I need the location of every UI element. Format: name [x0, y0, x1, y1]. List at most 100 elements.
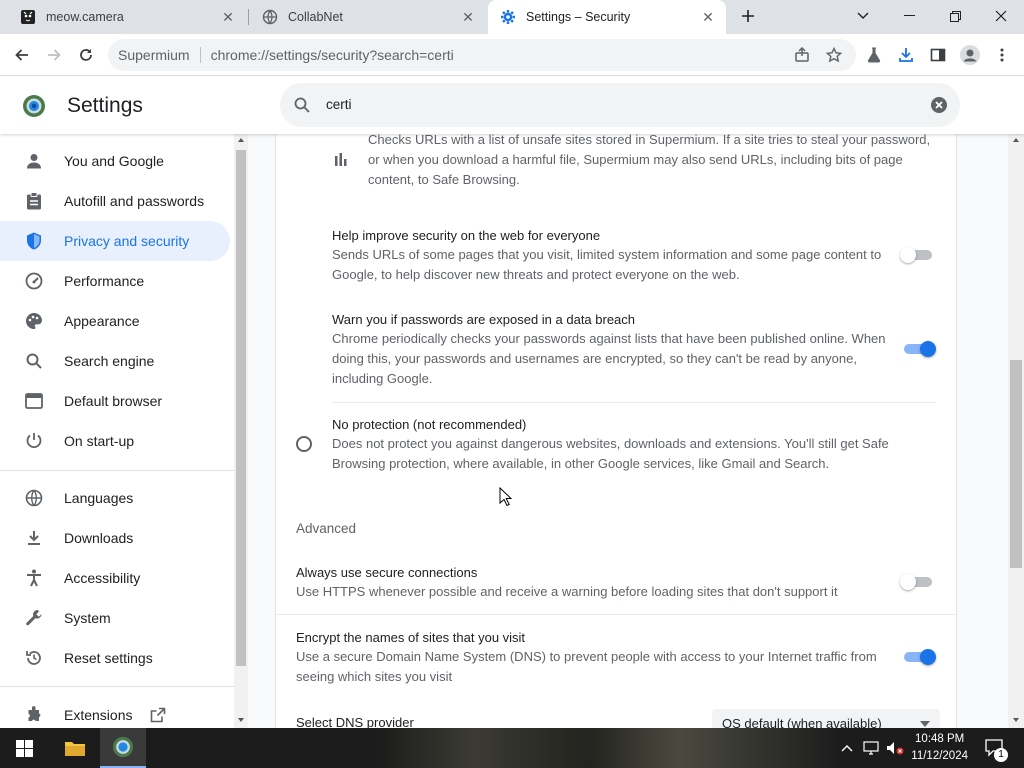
globe-icon	[24, 488, 44, 508]
sidebar-item-appearance[interactable]: Appearance	[0, 301, 230, 341]
sidebar-item-label: Appearance	[64, 313, 140, 329]
help-improve-title: Help improve security on the web for eve…	[332, 228, 601, 243]
shield-icon	[24, 231, 44, 251]
bar-chart-icon	[334, 152, 348, 166]
forward-button[interactable]	[40, 41, 68, 69]
url-text[interactable]: chrome://settings/security?search=certi	[211, 47, 454, 63]
notification-center-icon[interactable]: 1	[980, 728, 1010, 768]
flask-extension-icon[interactable]	[860, 41, 888, 69]
sidebar-scrollbar[interactable]	[234, 134, 248, 728]
chevron-up-icon[interactable]	[838, 728, 856, 768]
sidebar-item-performance[interactable]: Performance	[0, 261, 230, 301]
sidebar-item-on-startup[interactable]: On start-up	[0, 421, 230, 461]
sidebar-item-languages[interactable]: Languages	[0, 478, 230, 518]
sidebar-item-you-and-google[interactable]: You and Google	[0, 141, 230, 181]
windows-taskbar: 10:48 PM 11/12/2024 1	[0, 728, 1024, 768]
no-protection-radio[interactable]	[296, 436, 312, 452]
speedometer-icon	[24, 271, 44, 291]
sidebar-item-label: Performance	[64, 273, 145, 289]
menu-kebab-icon[interactable]	[988, 41, 1016, 69]
sidebar-item-label: Autofill and passwords	[64, 193, 205, 209]
clock-time: 10:48 PM	[915, 733, 965, 745]
minimize-button[interactable]	[886, 0, 932, 32]
tab-settings-security[interactable]: Settings – Security ✕	[488, 0, 726, 34]
settings-sidebar: You and Google Autofill and passwords Pr…	[0, 134, 234, 728]
windows-start-icon[interactable]	[0, 728, 48, 768]
wrench-icon	[24, 608, 44, 628]
dns-provider-select[interactable]: OS default (when available)	[712, 709, 940, 728]
close-tab-icon[interactable]: ✕	[700, 9, 716, 25]
profile-avatar-icon[interactable]	[956, 41, 984, 69]
power-icon	[24, 431, 44, 451]
tab-search-button[interactable]	[840, 0, 886, 32]
person-icon	[24, 151, 44, 171]
clear-search-icon[interactable]	[930, 96, 948, 114]
clock-date: 11/12/2024	[911, 750, 968, 762]
side-panel-icon[interactable]	[924, 41, 952, 69]
volume-muted-icon[interactable]	[884, 728, 906, 768]
new-tab-button[interactable]	[732, 0, 764, 32]
address-bar[interactable]: Supermium chrome://settings/security?sea…	[108, 39, 856, 71]
close-tab-icon[interactable]: ✕	[220, 9, 236, 25]
search-icon	[24, 351, 44, 371]
restore-button[interactable]	[932, 0, 978, 32]
search-input[interactable]: certi	[326, 97, 352, 112]
download-icon	[24, 528, 44, 548]
main-scroll-thumb[interactable]	[1010, 360, 1022, 568]
sidebar-item-reset-settings[interactable]: Reset settings	[0, 638, 230, 678]
puzzle-icon	[24, 705, 44, 725]
password-breach-description: Chrome periodically checks your password…	[332, 331, 886, 386]
safe-browsing-description: Checks URLs with a list of unsafe sites …	[368, 134, 931, 187]
system-clock[interactable]: 10:48 PM 11/12/2024	[911, 731, 968, 765]
file-explorer-icon[interactable]	[52, 728, 98, 768]
sidebar-item-search-engine[interactable]: Search engine	[0, 341, 230, 381]
downloads-icon[interactable]	[892, 41, 920, 69]
close-window-button[interactable]	[978, 0, 1024, 32]
sidebar-scroll-thumb[interactable]	[236, 150, 246, 666]
dropdown-arrow-icon	[920, 721, 930, 727]
dns-provider-label: Select DNS provider	[296, 715, 414, 728]
supermium-taskbar-icon[interactable]	[100, 728, 146, 768]
reload-button[interactable]	[72, 41, 100, 69]
password-breach-toggle[interactable]	[902, 341, 936, 357]
sidebar-item-label: Languages	[64, 490, 134, 506]
encrypt-dns-title: Encrypt the names of sites that you visi…	[296, 630, 526, 645]
external-link-icon	[150, 707, 166, 723]
sidebar-item-label: Reset settings	[64, 650, 153, 666]
sidebar-item-autofill[interactable]: Autofill and passwords	[0, 181, 230, 221]
globe-icon	[262, 9, 278, 25]
camera-favicon	[20, 9, 36, 25]
clipboard-icon	[24, 191, 44, 211]
tab-collabnet[interactable]: CollabNet ✕	[250, 0, 486, 34]
sidebar-item-system[interactable]: System	[0, 598, 230, 638]
tab-meow-camera[interactable]: meow.camera ✕	[8, 0, 246, 34]
bookmark-star-icon[interactable]	[820, 41, 848, 69]
settings-header: Settings certi	[0, 77, 1024, 134]
sidebar-item-privacy-and-security[interactable]: Privacy and security	[0, 221, 230, 261]
back-button[interactable]	[8, 41, 36, 69]
notification-count-badge: 1	[994, 748, 1008, 762]
share-icon[interactable]	[788, 41, 816, 69]
close-tab-icon[interactable]: ✕	[460, 9, 476, 25]
sidebar-item-label: Accessibility	[64, 570, 141, 586]
no-protection-title: No protection (not recommended)	[332, 417, 527, 432]
dns-provider-value: OS default (when available)	[722, 716, 882, 728]
main-scrollbar[interactable]	[1008, 134, 1024, 728]
help-improve-toggle[interactable]	[900, 247, 934, 263]
sidebar-item-accessibility[interactable]: Accessibility	[0, 558, 230, 598]
encrypt-dns-toggle[interactable]	[902, 649, 936, 665]
tab-title: Settings – Security	[526, 10, 631, 24]
network-icon[interactable]	[860, 728, 882, 768]
sidebar-item-downloads[interactable]: Downloads	[0, 518, 230, 558]
settings-search-box[interactable]: certi	[280, 83, 960, 127]
tab-title: CollabNet	[288, 10, 343, 24]
supermium-logo-icon	[22, 94, 46, 118]
browser-icon	[24, 391, 44, 411]
secure-connections-toggle[interactable]	[900, 574, 934, 590]
security-settings-card: Checks URLs with a list of unsafe sites …	[276, 134, 956, 728]
sidebar-item-default-browser[interactable]: Default browser	[0, 381, 230, 421]
sidebar-item-extensions[interactable]: Extensions	[0, 695, 230, 728]
advanced-heading: Advanced	[296, 521, 357, 536]
encrypt-dns-description: Use a secure Domain Name System (DNS) to…	[296, 649, 877, 684]
sidebar-item-label: System	[64, 610, 111, 626]
